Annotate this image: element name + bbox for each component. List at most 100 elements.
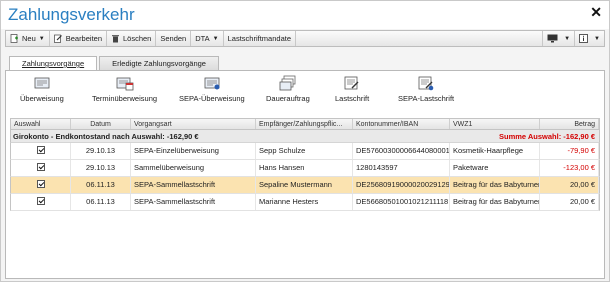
new-button-label: Neu (22, 34, 36, 43)
row-checkbox-cell (11, 160, 71, 176)
sepa-direct-debit-action[interactable]: SEPA-Lastschrift (398, 75, 454, 103)
row-purpose: Paketware (450, 160, 540, 176)
standing-order-action-label: Dauerauftrag (266, 94, 310, 103)
row-type: SEPA-Sammellastschrift (131, 194, 256, 210)
column-header-selection[interactable]: Auswahl (11, 119, 71, 129)
title-bar: Zahlungsverkehr ✕ (1, 1, 609, 29)
row-amount: 20,00 € (540, 194, 599, 210)
row-amount: -79,90 € (540, 143, 599, 159)
row-amount: -123,00 € (540, 160, 599, 176)
direct-debit-action-label: Lastschrift (335, 94, 370, 103)
send-button-label: Senden (160, 34, 187, 43)
sepa-direct-debit-icon (417, 75, 435, 91)
row-checkbox-cell (11, 143, 71, 159)
table-row[interactable]: 29.10.13 Sammelüberweisung Hans Hansen 1… (10, 160, 600, 177)
row-recipient: Marianne Hesters (256, 194, 353, 210)
tab-payment-transactions[interactable]: Zahlungsvorgänge (9, 56, 98, 71)
send-button[interactable]: Senden (156, 31, 192, 46)
edit-button[interactable]: Bearbeiten (50, 31, 107, 46)
column-header-purpose[interactable]: VWZ1 (450, 119, 540, 129)
row-checkbox[interactable] (36, 146, 45, 155)
row-checkbox-cell (11, 177, 71, 193)
toolbar: Neu ▼ Bearbeiten Löschen Senden DTA ▼ La… (5, 30, 605, 47)
edit-button-label: Bearbeiten (65, 34, 102, 43)
close-icon[interactable]: ✕ (590, 5, 602, 19)
info-menu-button[interactable]: ▼ (574, 31, 604, 46)
column-header-account[interactable]: Kontonummer/IBAN (353, 119, 450, 129)
row-purpose: Kosmetik-Haarpflege (450, 143, 540, 159)
direct-debit-action[interactable]: Lastschrift (335, 75, 369, 103)
row-amount: 20,00 € (540, 177, 599, 193)
row-type: SEPA-Sammellastschrift (131, 177, 256, 193)
row-account: DE25680919000020029129 (353, 177, 450, 193)
direct-debit-mandates-label: Lastschriftmandate (227, 34, 291, 43)
new-button[interactable]: Neu ▼ (6, 31, 50, 46)
direct-debit-mandates-button[interactable]: Lastschriftmandate (224, 31, 296, 46)
row-account: 1280143597 (353, 160, 450, 176)
trash-icon (111, 34, 120, 43)
row-date: 29.10.13 (71, 143, 131, 159)
delete-button-label: Löschen (123, 34, 152, 43)
row-checkbox[interactable] (36, 197, 45, 206)
display-menu-button[interactable]: ▼ (542, 31, 574, 46)
standing-order-action[interactable]: Dauerauftrag (266, 75, 310, 103)
chevron-down-icon: ▼ (38, 35, 45, 42)
row-checkbox[interactable] (36, 180, 45, 189)
chevron-down-icon: ▼ (564, 35, 571, 42)
column-header-date[interactable]: Datum (71, 119, 131, 129)
column-header-amount[interactable]: Betrag (540, 119, 599, 129)
table-row[interactable]: 29.10.13 SEPA-Einzelüberweisung Sepp Sch… (10, 143, 600, 160)
account-group-row[interactable]: Girokonto - Endkontostand nach Auswahl: … (10, 130, 600, 143)
new-document-icon (10, 34, 19, 43)
transfer-action[interactable]: Überweisung (20, 75, 64, 103)
table-row-selected[interactable]: 06.11.13 SEPA-Sammellastschrift Sepaline… (10, 177, 600, 194)
monitor-icon (547, 34, 558, 43)
row-checkbox[interactable] (36, 163, 45, 172)
tab-completed-transactions[interactable]: Erledigte Zahlungsvorgänge (99, 56, 219, 70)
tab-panel: Überweisung Terminüberweisung SEPA-Überw… (5, 70, 605, 279)
scheduled-transfer-action[interactable]: Terminüberweisung (92, 75, 157, 103)
window-title: Zahlungsverkehr (8, 5, 135, 24)
row-purpose: Beitrag für das Babyturnen (450, 177, 540, 193)
scheduled-transfer-action-label: Terminüberweisung (92, 94, 158, 103)
row-type: Sammelüberweisung (131, 160, 256, 176)
tab-payment-transactions-label: Zahlungsvorgänge (22, 59, 85, 68)
dta-button-label: DTA (195, 34, 210, 43)
row-recipient: Hans Hansen (256, 160, 353, 176)
standing-order-icon (279, 75, 297, 91)
row-type: SEPA-Einzelüberweisung (131, 143, 256, 159)
sepa-transfer-action[interactable]: SEPA-Überweisung (179, 75, 245, 103)
row-account: DE56680501001021211118 (353, 194, 450, 210)
row-date: 06.11.13 (71, 194, 131, 210)
transactions-table: Auswahl Datum Vorgangsart Empfänger/Zahl… (10, 118, 600, 211)
row-purpose: Beitrag für das Babyturnen (450, 194, 540, 210)
row-recipient: Sepaline Mustermann (256, 177, 353, 193)
column-header-recipient[interactable]: Empfänger/Zahlungspflic... (256, 119, 353, 129)
transfer-icon (33, 75, 51, 91)
table-header: Auswahl Datum Vorgangsart Empfänger/Zahl… (10, 118, 600, 130)
row-date: 29.10.13 (71, 160, 131, 176)
chevron-down-icon: ▼ (212, 35, 219, 42)
sepa-transfer-action-label: SEPA-Überweisung (179, 94, 245, 103)
tab-strip: Zahlungsvorgänge Erledigte Zahlungsvorgä… (9, 56, 221, 71)
edit-icon (53, 34, 63, 43)
payments-window: Zahlungsverkehr ✕ Neu ▼ Bearbeiten Lösch… (0, 0, 610, 282)
info-icon (579, 34, 588, 43)
chevron-down-icon: ▼ (594, 35, 600, 42)
row-checkbox-cell (11, 194, 71, 210)
sepa-direct-debit-action-label: SEPA-Lastschrift (398, 94, 455, 103)
dta-button[interactable]: DTA ▼ (191, 31, 224, 46)
transfer-action-label: Überweisung (20, 94, 64, 103)
group-summary: Summe Auswahl: -162,90 € (498, 132, 595, 141)
delete-button[interactable]: Löschen (107, 31, 157, 46)
row-date: 06.11.13 (71, 177, 131, 193)
direct-debit-icon (343, 75, 361, 91)
action-bar: Überweisung Terminüberweisung SEPA-Überw… (6, 71, 604, 117)
row-account: DE57600300006644080001 (353, 143, 450, 159)
scheduled-transfer-icon (116, 75, 134, 91)
column-header-type[interactable]: Vorgangsart (131, 119, 256, 129)
row-recipient: Sepp Schulze (256, 143, 353, 159)
sepa-transfer-icon (203, 75, 221, 91)
group-label: Girokonto - Endkontostand nach Auswahl: … (13, 132, 199, 141)
table-row[interactable]: 06.11.13 SEPA-Sammellastschrift Marianne… (10, 194, 600, 211)
